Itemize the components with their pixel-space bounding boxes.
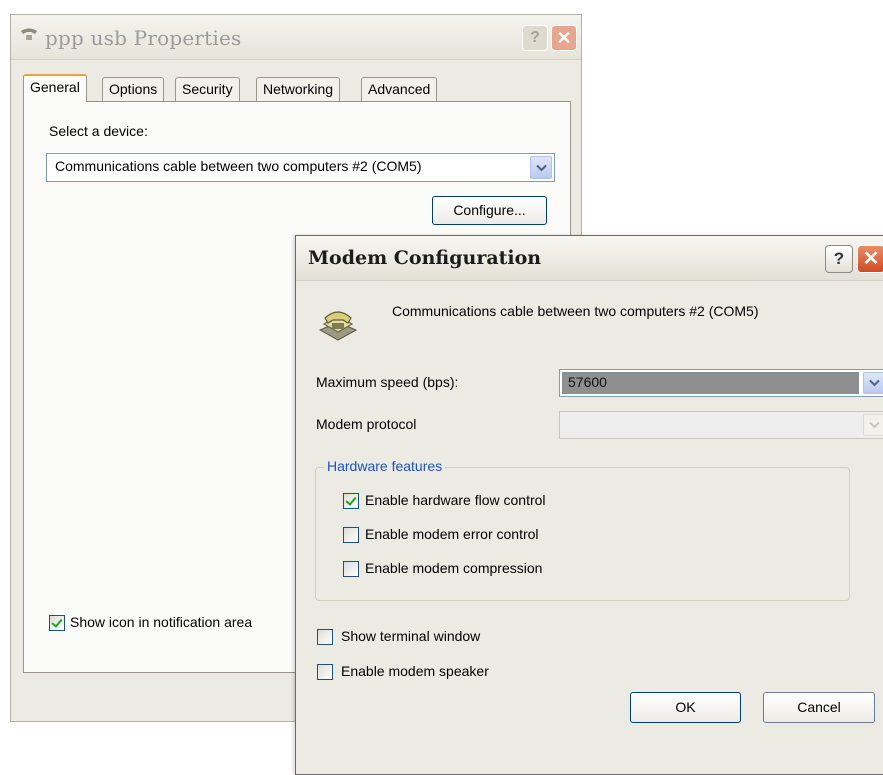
back-dialog-titlebar[interactable]: ppp usb Properties ? ✕ bbox=[11, 15, 581, 60]
hardware-flow-control-label: Enable hardware flow control bbox=[365, 492, 546, 508]
back-help-button[interactable]: ? bbox=[522, 25, 548, 51]
tab-options[interactable]: Options bbox=[102, 77, 165, 101]
max-speed-value: 57600 bbox=[568, 374, 607, 390]
show-icon-label: Show icon in notification area bbox=[70, 614, 253, 630]
hardware-flow-control-checkbox[interactable] bbox=[343, 493, 359, 509]
modem-error-control-label: Enable modem error control bbox=[365, 526, 539, 542]
ok-button[interactable]: OK bbox=[630, 692, 741, 723]
modem-device-name: Communications cable between two compute… bbox=[392, 303, 759, 319]
front-dialog-title: Modem Configuration bbox=[308, 247, 542, 269]
configure-button[interactable]: Configure... bbox=[432, 196, 547, 225]
modem-compression-label: Enable modem compression bbox=[365, 560, 543, 576]
chevron-down-icon bbox=[863, 414, 883, 436]
modem-speaker-label: Enable modem speaker bbox=[341, 663, 489, 679]
modem-protocol-label: Modem protocol bbox=[316, 416, 417, 432]
phone-handset-icon bbox=[19, 27, 39, 43]
show-icon-checkbox[interactable] bbox=[49, 615, 65, 631]
cancel-button[interactable]: Cancel bbox=[763, 692, 875, 723]
back-dialog-title: ppp usb Properties bbox=[45, 26, 242, 50]
chevron-down-icon[interactable] bbox=[530, 156, 552, 179]
modem-error-control-checkbox[interactable] bbox=[343, 527, 359, 543]
front-help-button[interactable]: ? bbox=[825, 245, 853, 273]
hardware-features-title: Hardware features bbox=[324, 458, 446, 474]
tab-networking[interactable]: Networking bbox=[256, 77, 341, 101]
back-close-button[interactable]: ✕ bbox=[551, 25, 577, 51]
tab-advanced[interactable]: Advanced bbox=[361, 77, 438, 101]
tab-security[interactable]: Security bbox=[175, 77, 240, 101]
modem-protocol-select[interactable] bbox=[559, 411, 883, 439]
front-dialog-titlebar[interactable]: Modem Configuration ? ✕ bbox=[296, 236, 883, 281]
telephone-icon bbox=[316, 304, 360, 344]
chevron-down-icon[interactable] bbox=[863, 372, 883, 394]
modem-compression-checkbox[interactable] bbox=[343, 561, 359, 577]
show-terminal-label: Show terminal window bbox=[341, 628, 481, 644]
device-select-value: Communications cable between two compute… bbox=[55, 158, 422, 174]
modem-speaker-checkbox[interactable] bbox=[317, 664, 333, 680]
show-terminal-checkbox[interactable] bbox=[317, 629, 333, 645]
device-select[interactable]: Communications cable between two compute… bbox=[46, 153, 555, 182]
max-speed-label: Maximum speed (bps): bbox=[316, 374, 459, 390]
max-speed-select[interactable]: 57600 bbox=[559, 369, 883, 397]
select-device-label: Select a device: bbox=[49, 123, 148, 139]
modem-configuration-dialog: Modem Configuration ? ✕ Communications c… bbox=[295, 235, 883, 775]
tab-general[interactable]: General bbox=[23, 74, 87, 102]
front-close-button[interactable]: ✕ bbox=[857, 245, 883, 273]
